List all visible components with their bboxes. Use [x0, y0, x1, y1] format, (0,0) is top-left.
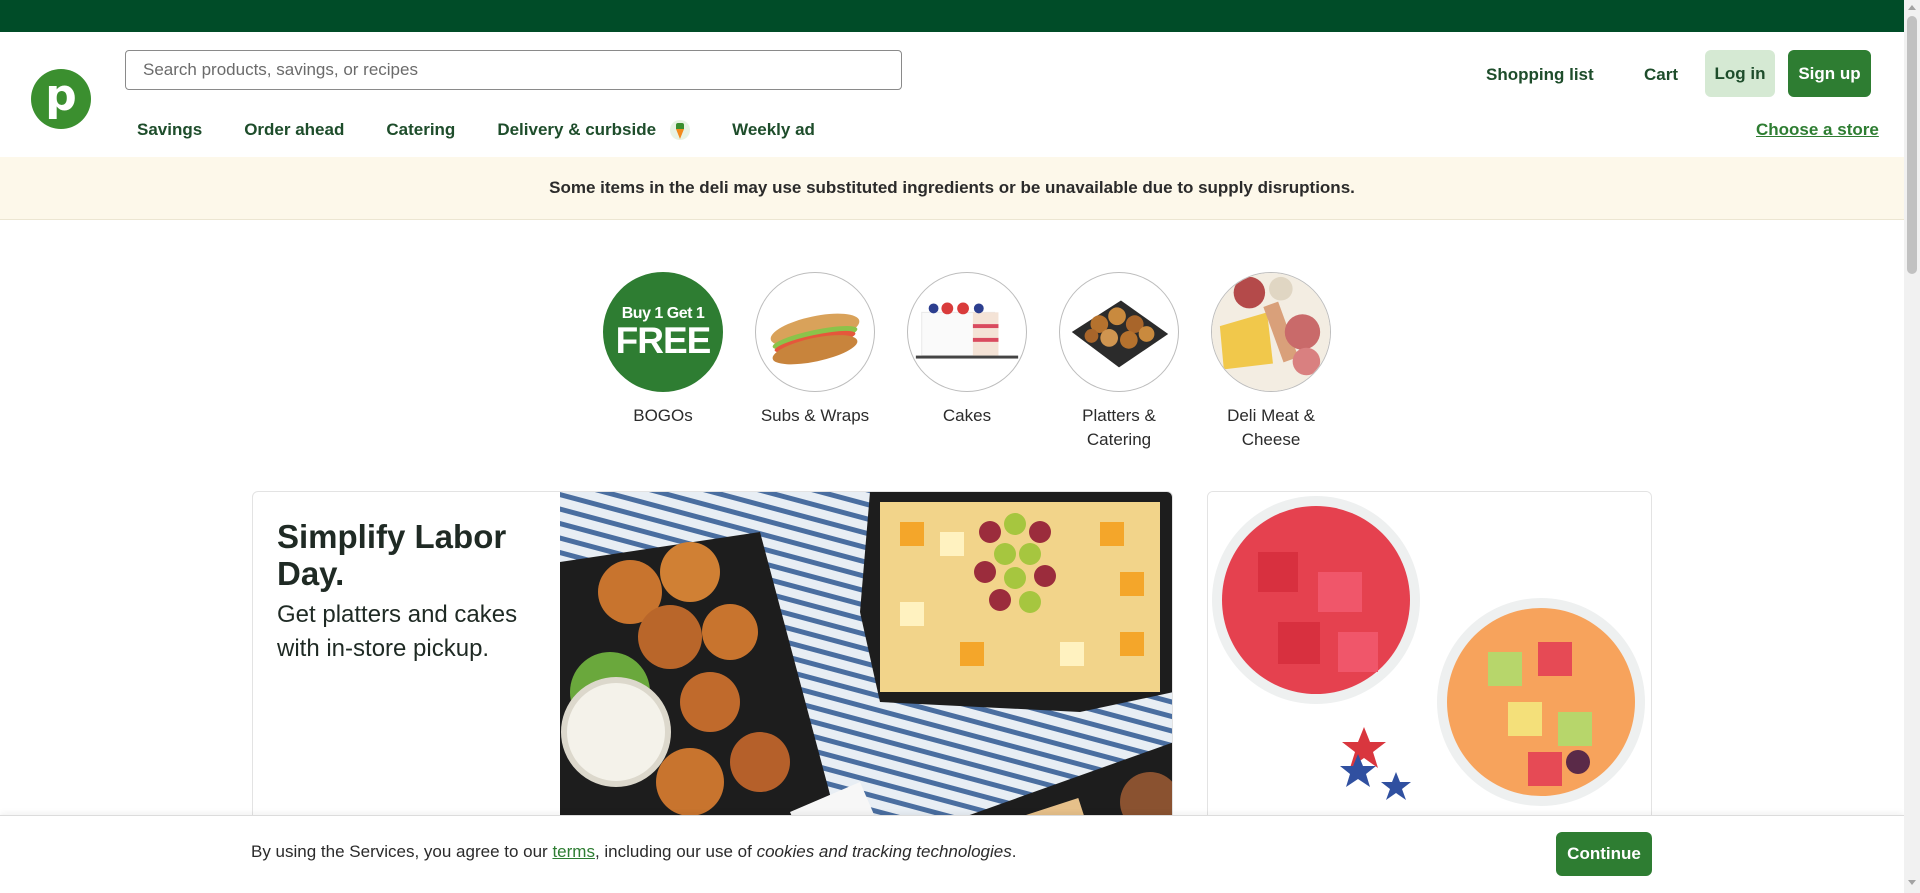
- sub-sandwich-image: [755, 272, 875, 392]
- nav-catering[interactable]: Catering: [386, 120, 455, 140]
- nav-label: Catering: [386, 120, 456, 139]
- promo-subtitle: Get platters and cakes with in-store pic…: [277, 601, 518, 662]
- cookie-prefix: By using the Services, you agree to our: [251, 842, 553, 861]
- cookie-text: By using the Services, you agree to our …: [251, 842, 1016, 862]
- nav-delivery-curbside[interactable]: Delivery & curbside: [497, 120, 691, 140]
- publix-logo[interactable]: p: [31, 69, 91, 129]
- cookie-middle: , including our use of: [594, 842, 757, 861]
- terms-link[interactable]: terms: [552, 842, 595, 861]
- site-header: p Shopping list Cart Log in Sign up Savi…: [0, 32, 1904, 157]
- bogo-badge: Buy 1 Get 1 FREE: [603, 272, 723, 392]
- scroll-thumb[interactable]: [1907, 16, 1917, 274]
- category-label: Subs & Wraps: [760, 406, 870, 425]
- category-platters-catering[interactable]: Platters & Catering: [1043, 272, 1195, 452]
- promo-text: Simplify Labor Day. Get platters and cak…: [277, 518, 547, 666]
- category-bogos[interactable]: Buy 1 Get 1 FREE BOGOs: [587, 272, 739, 452]
- category-cakes[interactable]: Cakes: [891, 272, 1043, 452]
- nav-weekly-ad[interactable]: Weekly ad: [732, 120, 815, 140]
- choose-store-link[interactable]: Choose a store: [1756, 120, 1879, 140]
- shopping-list-link[interactable]: Shopping list: [1486, 65, 1594, 85]
- main-nav: Savings Order ahead Catering Delivery & …: [137, 120, 857, 140]
- top-brand-bar: [0, 0, 1904, 32]
- carrot-icon: [670, 120, 691, 140]
- cart-link[interactable]: Cart: [1644, 65, 1678, 85]
- alert-text: Some items in the deli may use substitut…: [549, 178, 1355, 197]
- category-label: Platters & Catering: [1082, 406, 1156, 449]
- category-carousel: Buy 1 Get 1 FREE BOGOs Subs & Wraps Cake…: [587, 272, 1347, 452]
- category-label: Deli Meat & Cheese: [1227, 406, 1315, 449]
- page: p Shopping list Cart Log in Sign up Savi…: [0, 32, 1904, 893]
- scroll-down-arrow-icon[interactable]: [1908, 880, 1916, 885]
- nav-label: Order ahead: [244, 120, 345, 139]
- category-label: Cakes: [942, 406, 992, 425]
- logo-letter: p: [45, 70, 77, 121]
- platter-image: [1059, 272, 1179, 392]
- cookie-suffix: .: [1011, 842, 1017, 861]
- promo-title: Simplify Labor Day.: [277, 518, 507, 592]
- nav-savings[interactable]: Savings: [137, 120, 202, 140]
- vertical-scrollbar[interactable]: [1904, 0, 1920, 893]
- nav-label: Delivery & curbside: [497, 120, 657, 139]
- category-label: BOGOs: [633, 406, 693, 425]
- category-subs-wraps[interactable]: Subs & Wraps: [739, 272, 891, 452]
- deli-meat-cheese-image: [1211, 272, 1331, 392]
- nav-label: Weekly ad: [732, 120, 815, 139]
- nav-order-ahead[interactable]: Order ahead: [244, 120, 344, 140]
- search-input[interactable]: [125, 50, 902, 90]
- cookie-italic: cookies and tracking technologies: [756, 842, 1012, 861]
- category-deli-meat-cheese[interactable]: Deli Meat & Cheese: [1195, 272, 1347, 452]
- nav-label: Savings: [137, 120, 203, 139]
- bogo-badge-line2: FREE: [615, 320, 712, 361]
- cookie-consent-banner: By using the Services, you agree to our …: [0, 815, 1904, 893]
- login-button[interactable]: Log in: [1705, 50, 1775, 97]
- cake-image: [907, 272, 1027, 392]
- supply-alert-banner: Some items in the deli may use substitut…: [0, 157, 1904, 220]
- continue-button[interactable]: Continue: [1556, 832, 1652, 876]
- scroll-up-arrow-icon[interactable]: [1908, 5, 1916, 10]
- signup-button[interactable]: Sign up: [1788, 50, 1871, 97]
